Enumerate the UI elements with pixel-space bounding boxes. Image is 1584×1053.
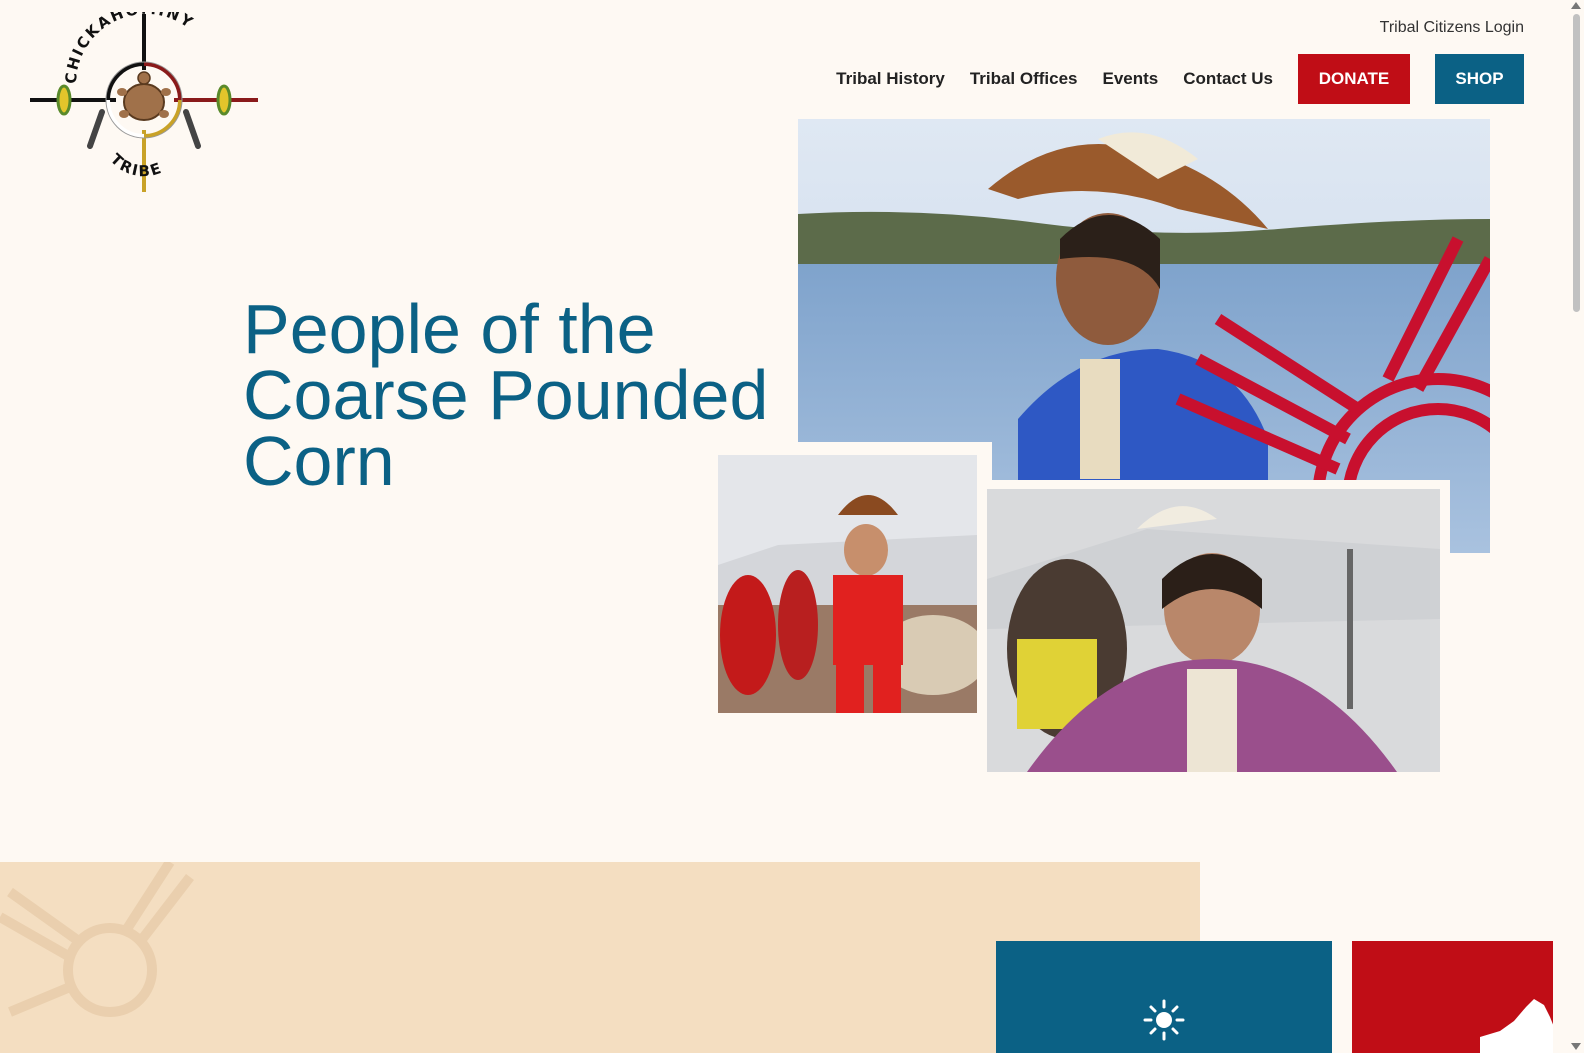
tribe-logo[interactable]: CHICKAHOMINY TRIBE [28,0,260,194]
sun-icon [1143,999,1185,1041]
tribal-citizens-login-link[interactable]: Tribal Citizens Login [1380,19,1524,37]
scrollbar-thumb[interactable] [1573,14,1580,312]
virginia-map-icon [1480,999,1553,1053]
logo-text-bottom: TRIBE [107,150,163,180]
main-nav: Tribal History Tribal Offices Events Con… [811,54,1524,104]
feature-card-red[interactable] [1352,941,1553,1053]
scroll-up-arrow-icon[interactable] [1571,2,1581,9]
nav-events[interactable]: Events [1103,69,1159,89]
nav-contact-us[interactable]: Contact Us [1183,69,1273,89]
hero-photo-woman-dancer [987,489,1440,772]
donate-button[interactable]: DONATE [1298,54,1410,104]
zia-sun-watermark-icon [0,862,194,1017]
feature-card-blue[interactable] [996,941,1332,1053]
page-scrollbar[interactable] [1568,0,1584,1053]
logo-text-top: CHICKAHOMINY [62,0,196,84]
hero-photo-young-dancer [718,455,977,713]
nav-tribal-offices[interactable]: Tribal Offices [970,69,1078,89]
svg-text:TRIBE: TRIBE [107,150,165,180]
scroll-down-arrow-icon[interactable] [1571,1043,1581,1050]
shop-button[interactable]: SHOP [1435,54,1524,104]
svg-text:CHICKAHOMINY: CHICKAHOMINY [62,12,198,84]
nav-tribal-history[interactable]: Tribal History [836,69,945,89]
